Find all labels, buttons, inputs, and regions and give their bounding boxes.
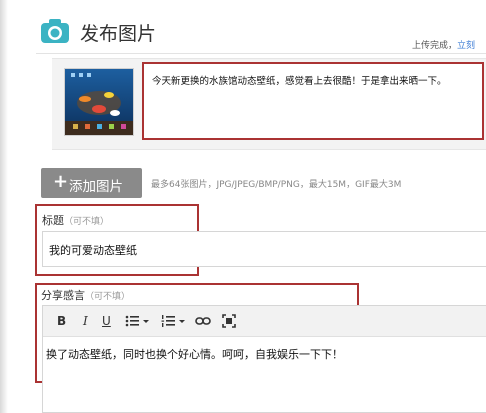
add-photo-label: 添加图片 (69, 179, 123, 195)
share-optional-note: （可不填） (85, 292, 131, 302)
camera-icon (40, 18, 70, 44)
title-field-label: 标题（可不填） (42, 212, 109, 228)
photo-thumbnail[interactable] (64, 68, 134, 136)
title-optional-note: （可不填） (64, 217, 110, 227)
bullet-list-icon (125, 315, 149, 327)
photo-caption-input[interactable]: 今天新更换的水族馆动态壁纸，感觉看上去很酷！于是拿出来晒一下。 (142, 62, 484, 140)
share-editor[interactable]: B I U 换了动态壁纸，同时也换个好心情。呵呵，自我娱乐一下下！ (42, 305, 486, 413)
italic-button[interactable]: I (83, 314, 88, 328)
link-icon (195, 317, 211, 325)
bullet-list-button[interactable] (125, 314, 151, 328)
title-label-text: 标题 (42, 214, 64, 227)
editor-toolbar: B I U (43, 306, 486, 337)
add-photo-button[interactable]: + 添加图片 (41, 168, 142, 198)
fullscreen-icon (222, 314, 236, 328)
share-field-label: 分享感言（可不填） (41, 287, 130, 303)
page-edge-shadow (0, 0, 8, 413)
share-editor-text: 换了动态壁纸，同时也换个好心情。呵呵，自我娱乐一下下！ (46, 348, 343, 361)
numbered-list-icon (161, 315, 185, 327)
title-input[interactable]: 我的可爱动态壁纸 (42, 231, 486, 267)
bold-button[interactable]: B (57, 314, 66, 328)
numbered-list-button[interactable] (161, 314, 187, 328)
upload-hint: 最多64张图片，JPG/JPEG/BMP/PNG，最大15M，GIF最大3M (151, 180, 402, 190)
header-divider (36, 53, 486, 54)
fullscreen-button[interactable] (222, 314, 236, 328)
aquarium-wallpaper-image (65, 69, 133, 135)
title-input-value: 我的可爱动态壁纸 (49, 244, 137, 257)
photo-caption-text: 今天新更换的水族馆动态壁纸，感觉看上去很酷！于是拿出来晒一下。 (152, 76, 447, 87)
link-button[interactable] (195, 314, 211, 328)
upload-now-link[interactable]: 立刻 (457, 41, 475, 51)
underline-button[interactable]: U (102, 314, 111, 328)
upload-status-text: 上传完成， (412, 41, 458, 51)
plus-icon: + (53, 171, 69, 192)
share-label-text: 分享感言 (41, 289, 85, 302)
page-title: 发布图片 (80, 23, 157, 45)
upload-status: 上传完成，立刻 (412, 38, 475, 51)
